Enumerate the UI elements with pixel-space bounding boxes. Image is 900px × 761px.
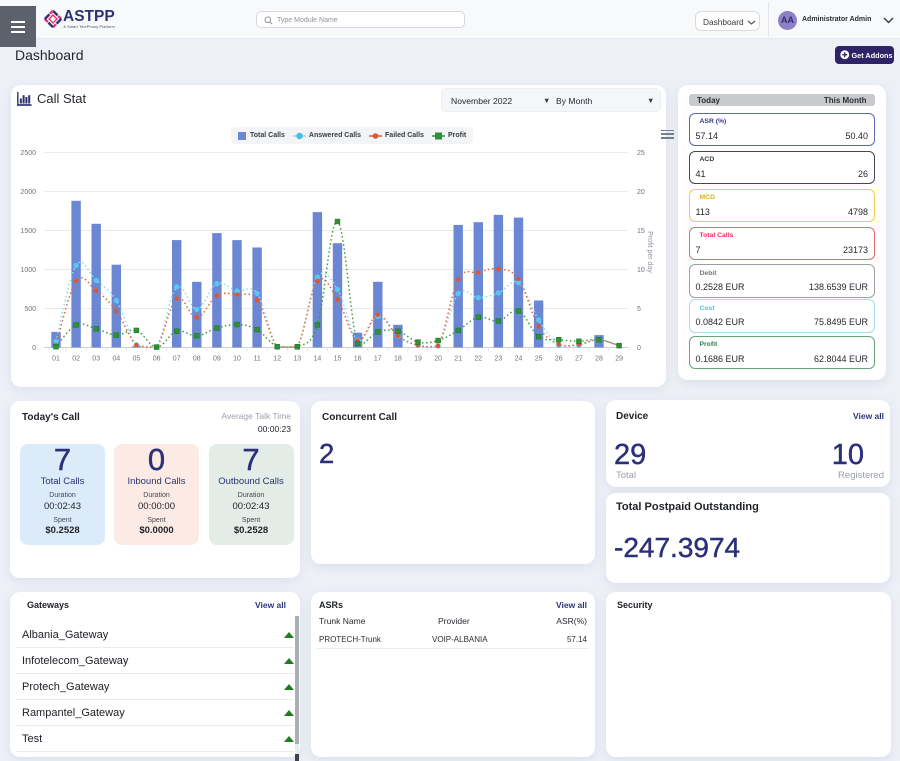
svg-text:07: 07 <box>173 355 181 362</box>
svg-text:14: 14 <box>314 355 322 362</box>
svg-text:11: 11 <box>253 355 260 362</box>
svg-text:27: 27 <box>575 355 583 362</box>
svg-text:1500: 1500 <box>20 228 36 235</box>
svg-text:05: 05 <box>133 355 141 362</box>
svg-text:19: 19 <box>414 355 422 362</box>
svg-text:16: 16 <box>354 355 362 362</box>
svg-text:24: 24 <box>515 355 523 362</box>
svg-text:06: 06 <box>153 355 161 362</box>
svg-text:10: 10 <box>233 355 241 362</box>
svg-text:1000: 1000 <box>20 267 36 274</box>
svg-text:2500: 2500 <box>20 150 36 157</box>
svg-text:0: 0 <box>32 345 36 352</box>
svg-text:22: 22 <box>474 355 482 362</box>
svg-text:26: 26 <box>555 355 563 362</box>
svg-text:12: 12 <box>273 355 281 362</box>
svg-text:04: 04 <box>112 355 120 362</box>
svg-text:01: 01 <box>52 355 60 362</box>
svg-text:20: 20 <box>637 189 645 196</box>
svg-text:23: 23 <box>495 355 503 362</box>
svg-text:15: 15 <box>637 228 645 235</box>
svg-text:17: 17 <box>374 355 382 362</box>
svg-text:02: 02 <box>72 355 80 362</box>
svg-text:13: 13 <box>293 355 301 362</box>
svg-text:Profit per day: Profit per day <box>646 231 653 273</box>
svg-text:20: 20 <box>434 355 442 362</box>
svg-text:21: 21 <box>454 355 462 362</box>
svg-text:2000: 2000 <box>20 189 36 196</box>
svg-text:08: 08 <box>193 355 201 362</box>
svg-text:28: 28 <box>595 355 603 362</box>
svg-text:18: 18 <box>394 355 402 362</box>
svg-text:29: 29 <box>615 355 623 362</box>
svg-text:25: 25 <box>535 355 543 362</box>
svg-text:500: 500 <box>24 306 36 313</box>
svg-text:03: 03 <box>92 355 100 362</box>
svg-text:15: 15 <box>334 355 342 362</box>
svg-text:25: 25 <box>637 150 645 157</box>
svg-text:10: 10 <box>637 267 645 274</box>
svg-text:5: 5 <box>637 306 641 313</box>
svg-text:09: 09 <box>213 355 221 362</box>
svg-text:0: 0 <box>637 345 641 352</box>
